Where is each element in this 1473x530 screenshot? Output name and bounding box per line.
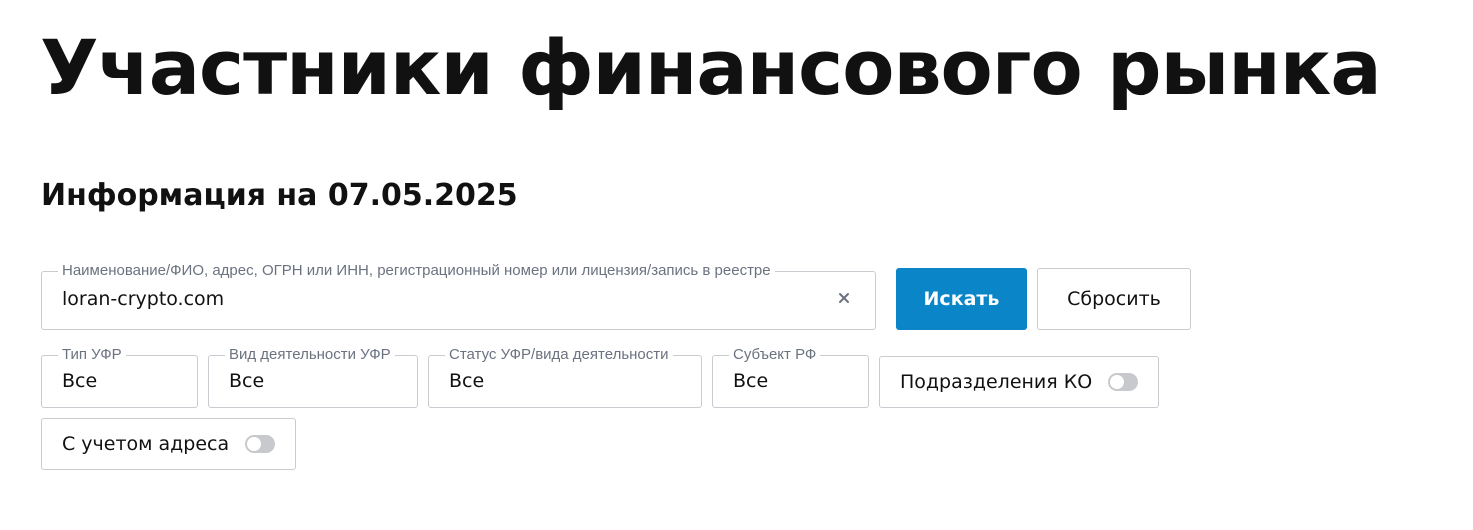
info-date-heading: Информация на 07.05.2025	[41, 178, 518, 213]
ufr-type-label: Тип УФР	[58, 346, 126, 364]
reset-button[interactable]: Сбросить	[1037, 268, 1191, 330]
ufr-type-select[interactable]: Тип УФР Все	[41, 346, 198, 408]
search-input[interactable]	[62, 288, 802, 310]
ko-divisions-toggle-field[interactable]: Подразделения КО	[879, 356, 1159, 408]
with-address-toggle-field[interactable]: С учетом адреса	[41, 418, 296, 470]
activity-type-select[interactable]: Вид деятельности УФР Все	[208, 346, 418, 408]
with-address-label: С учетом адреса	[62, 433, 230, 455]
page-title: Участники финансового рынка	[40, 23, 1382, 112]
with-address-switch[interactable]	[245, 435, 275, 453]
search-button[interactable]: Искать	[896, 268, 1027, 330]
ko-divisions-label: Подразделения КО	[900, 371, 1093, 393]
switch-knob	[1110, 375, 1124, 389]
search-field-label: Наименование/ФИО, адрес, ОГРН или ИНН, р…	[58, 262, 775, 280]
status-label: Статус УФР/вида деятельности	[445, 346, 673, 364]
activity-type-value: Все	[229, 370, 265, 392]
region-label: Субъект РФ	[729, 346, 821, 364]
region-value: Все	[733, 370, 769, 392]
activity-type-label: Вид деятельности УФР	[225, 346, 395, 364]
switch-knob	[247, 437, 261, 451]
search-field[interactable]: Наименование/ФИО, адрес, ОГРН или ИНН, р…	[41, 262, 876, 330]
ko-divisions-switch[interactable]	[1108, 373, 1138, 391]
region-select[interactable]: Субъект РФ Все	[712, 346, 869, 408]
ufr-type-value: Все	[62, 370, 98, 392]
status-value: Все	[449, 370, 485, 392]
close-icon[interactable]	[835, 289, 853, 307]
status-select[interactable]: Статус УФР/вида деятельности Все	[428, 346, 702, 408]
